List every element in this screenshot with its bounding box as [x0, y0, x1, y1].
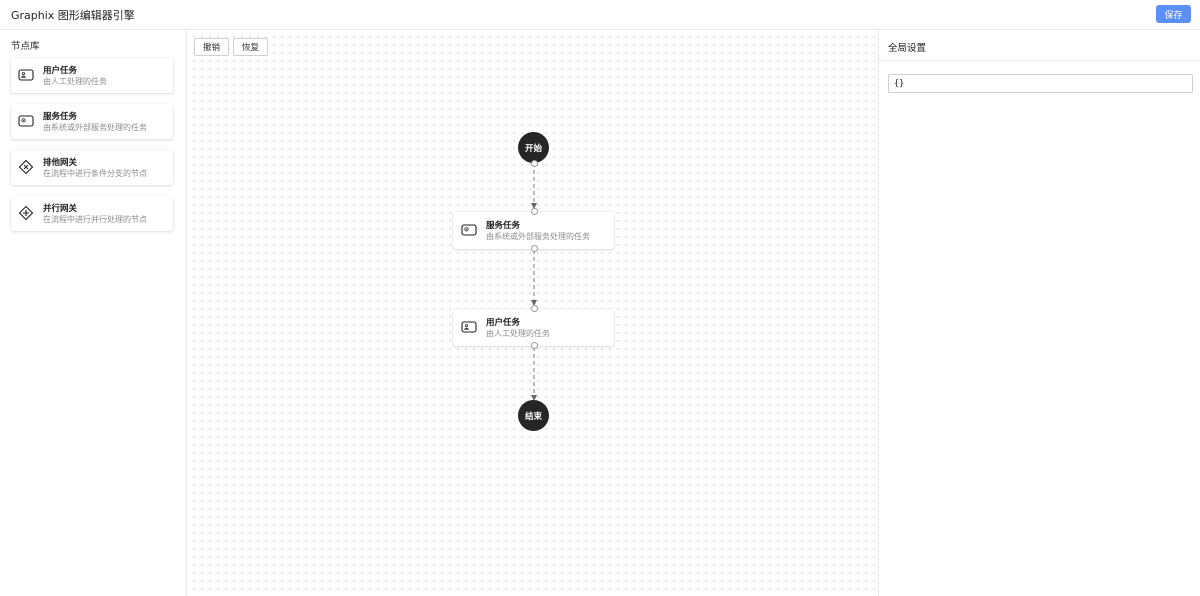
save-button[interactable]: 保存 [1156, 5, 1191, 23]
flow-node-name: 用户任务 [486, 318, 521, 328]
service-task-icon [18, 115, 34, 127]
parallel-gateway-icon [18, 205, 34, 221]
top-bar: Graphix 图形编辑器引擎 保存 [0, 0, 1200, 30]
start-node[interactable]: 开始 [518, 132, 549, 163]
flow-node-desc: 由人工处理的任务 [486, 329, 550, 338]
library-item-service-task[interactable]: 服务任务 由系统或外部服务处理的任务 [11, 104, 173, 139]
library-item-desc: 由系统或外部服务处理的任务 [43, 123, 147, 132]
flow-node-service-task[interactable]: 服务任务 由系统或外部服务处理的任务 [453, 212, 614, 249]
start-node-label: 开始 [524, 143, 542, 154]
node-library-title: 节点库 [11, 41, 40, 52]
global-settings-input[interactable] [888, 74, 1193, 93]
start-node-port-out[interactable] [531, 160, 538, 167]
flow-node-desc: 由系统或外部服务处理的任务 [486, 232, 590, 241]
service-node-port-out[interactable] [531, 245, 538, 252]
exclusive-gateway-icon [18, 159, 34, 175]
end-node-label: 结束 [524, 411, 542, 422]
library-item-name: 并行网关 [43, 204, 78, 214]
flow-node-user-task[interactable]: 用户任务 由人工处理的任务 [453, 309, 614, 346]
library-item-name: 排他网关 [43, 158, 78, 168]
library-item-desc: 在流程中进行并行处理的节点 [43, 215, 147, 224]
end-node[interactable]: 结束 [518, 400, 549, 431]
user-node-port-out[interactable] [531, 342, 538, 349]
library-item-name: 用户任务 [43, 66, 78, 76]
service-task-icon [461, 224, 477, 236]
settings-header: 全局设置 [879, 30, 1200, 61]
global-settings-panel: 全局设置 [878, 30, 1200, 596]
node-library-panel: 节点库 用户任务 由人工处理的任务 服务任务 由系统或外部服务处理的任务 排他网… [0, 30, 187, 596]
library-item-desc: 由人工处理的任务 [43, 77, 107, 86]
settings-title: 全局设置 [888, 43, 927, 54]
app-title: Graphix 图形编辑器引擎 [11, 9, 135, 22]
service-node-port-in[interactable] [531, 208, 538, 215]
library-item-exclusive-gateway[interactable]: 排他网关 在流程中进行条件分支的节点 [11, 150, 173, 185]
redo-button[interactable]: 恢复 [233, 38, 268, 56]
user-task-icon [18, 69, 34, 81]
flow-canvas[interactable]: 撤销 恢复 开始 服务任务 由系统或外部服务处理的任务 用户任务 由人工处理的任… [187, 30, 878, 596]
flow-node-name: 服务任务 [486, 221, 521, 231]
user-task-icon [461, 321, 477, 333]
undo-button[interactable]: 撤销 [194, 38, 229, 56]
library-item-parallel-gateway[interactable]: 并行网关 在流程中进行并行处理的节点 [11, 196, 173, 231]
library-item-desc: 在流程中进行条件分支的节点 [43, 169, 147, 178]
library-item-name: 服务任务 [43, 112, 78, 122]
library-item-user-task[interactable]: 用户任务 由人工处理的任务 [11, 58, 173, 93]
user-node-port-in[interactable] [531, 305, 538, 312]
